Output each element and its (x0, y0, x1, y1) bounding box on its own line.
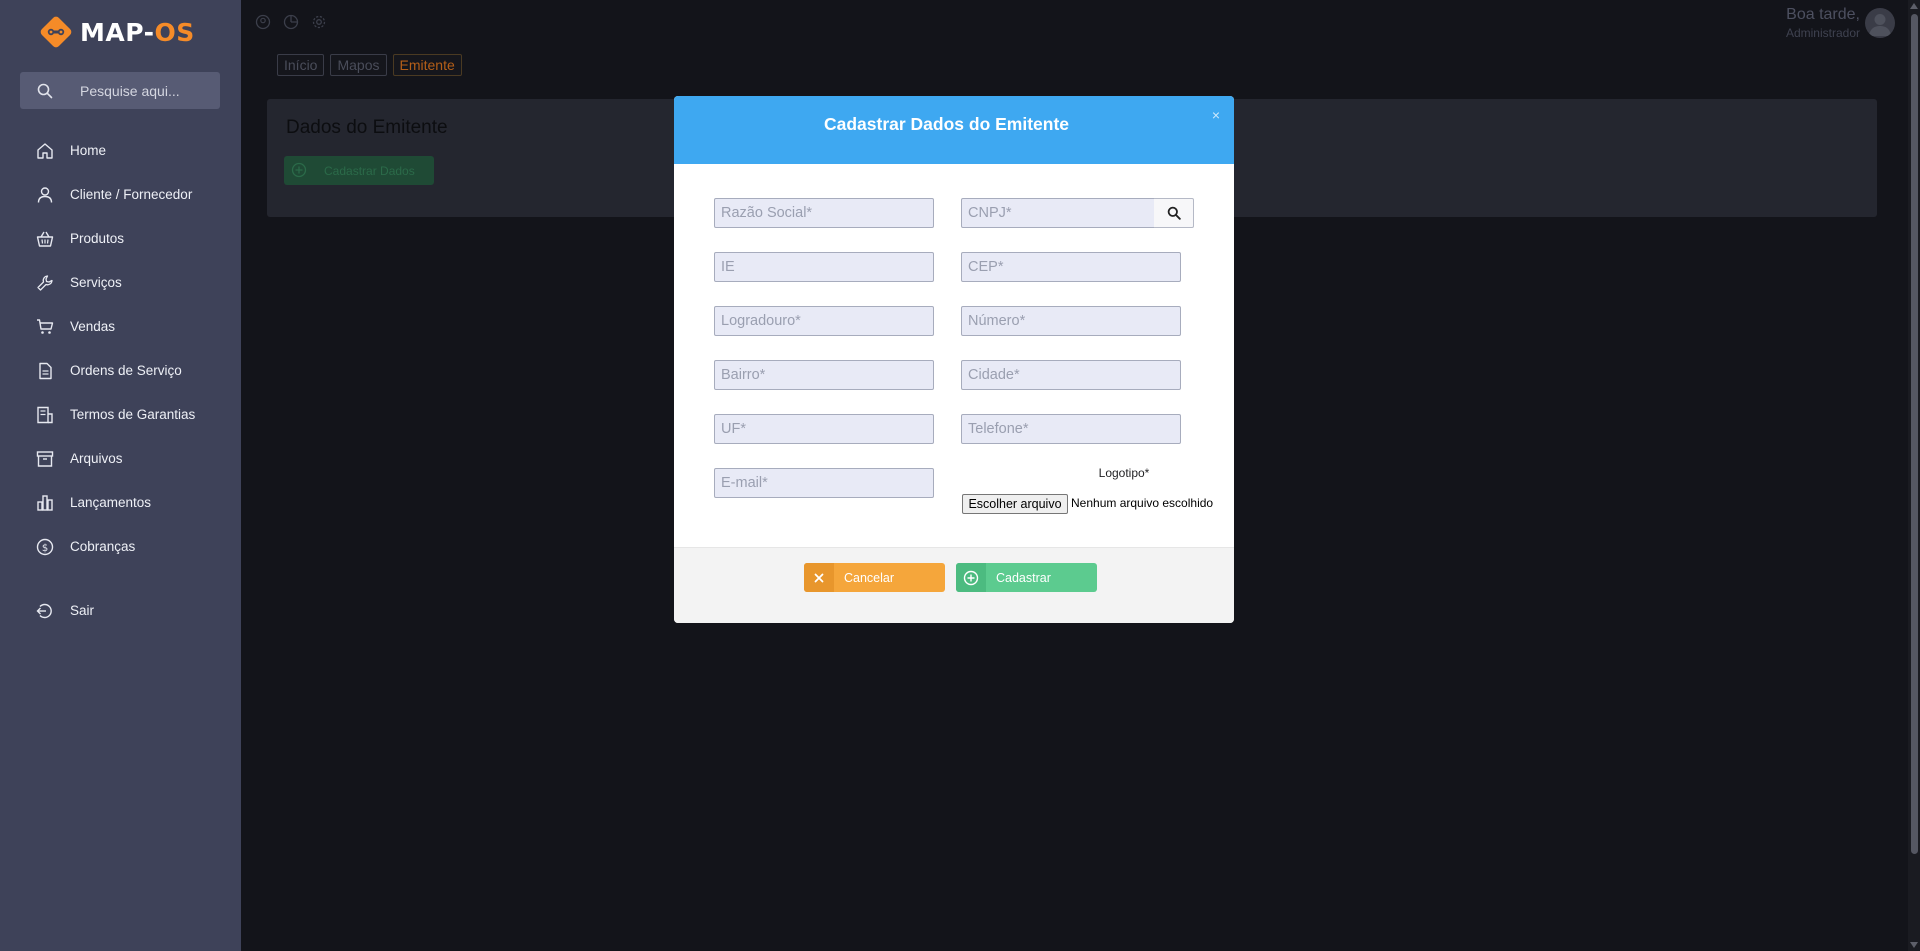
search-input[interactable] (80, 72, 210, 109)
numero-field[interactable] (961, 306, 1181, 336)
cadastrar-dados-button[interactable]: Cadastrar Dados (284, 156, 434, 185)
archive-icon (36, 451, 54, 467)
wrench-icon (37, 275, 53, 291)
logo-text-main: MAP- (80, 17, 155, 47)
cart-icon (37, 319, 54, 334)
panel-title: Dados do Emitente (286, 117, 448, 138)
plus-circle-icon (956, 563, 986, 592)
sidebar-item-label: Ordens de Serviço (70, 363, 182, 378)
sidebar-item-label: Home (70, 143, 107, 158)
sidebar-item-label: Cliente / Fornecedor (70, 187, 193, 202)
plus-circle-icon (291, 162, 307, 178)
sidebar-item-produtos[interactable]: Produtos (36, 228, 124, 250)
logo-text-accent: OS (154, 17, 195, 47)
top-toolbar (255, 14, 327, 30)
user-circle-icon[interactable] (255, 14, 271, 30)
user-icon (37, 187, 53, 203)
breadcrumb: Início Mapos Emitente (277, 54, 462, 76)
close-icon[interactable]: × (1212, 108, 1220, 122)
sidebar-item-vendas[interactable]: Vendas (36, 316, 115, 338)
uf-field[interactable] (714, 414, 934, 444)
sidebar-item-arquivos[interactable]: Arquivos (36, 448, 123, 470)
cancel-label: Cancelar (844, 571, 895, 585)
scroll-down-arrow[interactable] (1910, 942, 1918, 948)
scroll-thumb[interactable] (1911, 14, 1918, 854)
telefone-field[interactable] (961, 414, 1181, 444)
greeting-text: Boa tarde, (1786, 6, 1860, 23)
app-logo[interactable]: MAP-OS (38, 14, 195, 50)
breadcrumb-emitente[interactable]: Emitente (392, 54, 462, 76)
home-icon (37, 143, 53, 159)
sidebar-item-sair[interactable]: Sair (36, 600, 94, 622)
bairro-field[interactable] (714, 360, 934, 390)
cancel-button[interactable]: Cancelar (804, 563, 945, 592)
svg-text:$: $ (42, 543, 48, 554)
cadastrar-emitente-modal: Cadastrar Dados do Emitente × Logotipo* … (674, 96, 1234, 623)
razao-social-field[interactable] (714, 198, 934, 228)
breadcrumb-inicio[interactable]: Início (277, 54, 325, 76)
close-icon (804, 563, 834, 592)
logo-icon (40, 16, 72, 48)
user-role: Administrador (1785, 26, 1860, 40)
cnpj-field[interactable] (961, 198, 1155, 228)
basket-icon (36, 231, 54, 247)
sidebar-item-home[interactable]: Home (36, 140, 106, 162)
ie-field[interactable] (714, 252, 934, 282)
avatar-icon (1869, 14, 1891, 36)
sidebar: MAP-OS Home Cliente / Fornecedor Produto… (0, 0, 241, 951)
chart-pie-icon[interactable] (283, 14, 299, 30)
search-icon (1167, 206, 1181, 220)
user-greeting: Boa tarde, Administrador (1786, 6, 1860, 40)
avatar[interactable] (1865, 8, 1895, 38)
logotipo-label: Logotipo* (1098, 466, 1150, 480)
cadastrar-dados-label: Cadastrar Dados (324, 164, 415, 178)
sidebar-item-clientes[interactable]: Cliente / Fornecedor (36, 184, 192, 206)
cadastrar-label: Cadastrar (996, 571, 1051, 585)
scroll-up-arrow[interactable] (1910, 3, 1918, 9)
sidebar-item-label: Lançamentos (70, 495, 152, 510)
cidade-field[interactable] (961, 360, 1181, 390)
cep-field[interactable] (961, 252, 1181, 282)
sidebar-item-label: Termos de Garantias (70, 407, 196, 422)
choose-file-button[interactable]: Escolher arquivo (962, 494, 1068, 514)
document-icon (39, 362, 52, 380)
bar-chart-icon (37, 495, 53, 511)
modal-header: Cadastrar Dados do Emitente × (674, 96, 1234, 164)
logo-text: MAP-OS (80, 18, 195, 47)
sidebar-item-label: Vendas (70, 319, 116, 334)
sidebar-item-label: Produtos (70, 231, 125, 246)
gear-icon[interactable] (311, 14, 327, 30)
search-icon (37, 83, 53, 99)
breadcrumb-mapos[interactable]: Mapos (330, 54, 387, 76)
search-box (20, 72, 220, 109)
cadastrar-button[interactable]: Cadastrar (956, 563, 1097, 592)
dollar-circle-icon: $ (36, 538, 54, 556)
logout-icon (36, 603, 52, 619)
cnpj-search-button[interactable] (1154, 198, 1194, 228)
sidebar-item-label: Serviços (70, 275, 122, 290)
email-field[interactable] (714, 468, 934, 498)
page-scrollbar[interactable] (1908, 0, 1920, 951)
sidebar-item-lancamentos[interactable]: Lançamentos (36, 492, 151, 514)
sidebar-item-label: Arquivos (70, 451, 123, 466)
modal-footer: Cancelar Cadastrar (674, 547, 1234, 623)
sidebar-item-termos[interactable]: Termos de Garantias (36, 404, 195, 426)
sidebar-item-ordens[interactable]: Ordens de Serviço (36, 360, 182, 382)
receipt-icon (37, 406, 53, 424)
sidebar-item-label: Cobranças (70, 539, 136, 554)
logradouro-field[interactable] (714, 306, 934, 336)
modal-title: Cadastrar Dados do Emitente (823, 114, 1070, 134)
sidebar-item-cobrancas[interactable]: $ Cobranças (36, 536, 135, 558)
sidebar-item-servicos[interactable]: Serviços (36, 272, 122, 294)
file-status-text: Nenhum arquivo escolhido (1071, 496, 1214, 510)
sidebar-item-label: Sair (70, 603, 95, 618)
